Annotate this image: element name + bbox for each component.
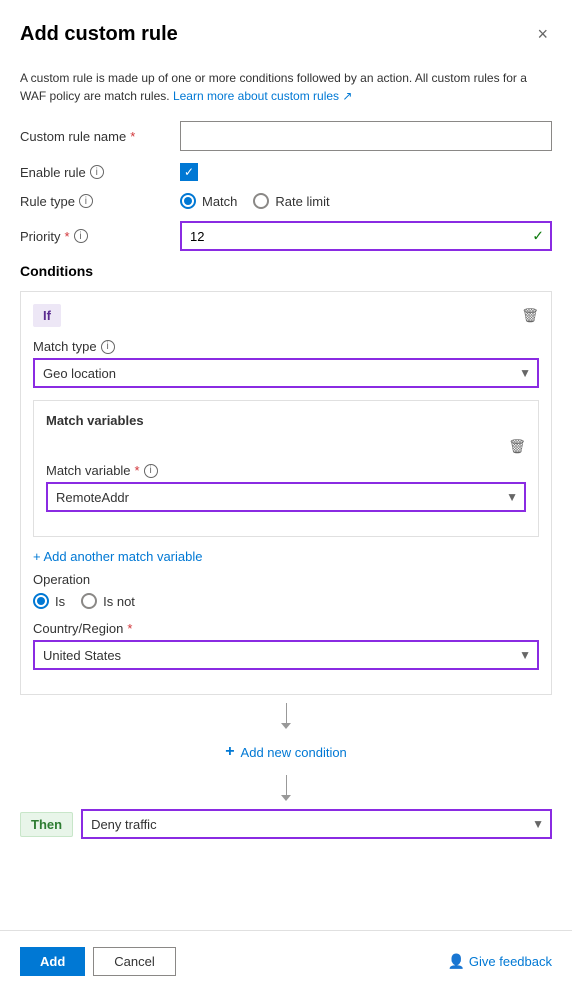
rule-type-radio-group: Match Rate limit [180, 193, 552, 209]
dialog-title: Add custom rule [20, 23, 178, 46]
is-radio-inner [37, 597, 45, 605]
enable-rule-checkbox[interactable]: ✓ [180, 163, 198, 181]
priority-control: ✓ [180, 221, 552, 251]
priority-info-icon[interactable]: i [74, 229, 88, 243]
custom-rule-name-control [180, 121, 552, 151]
match-radio-outer [180, 193, 196, 209]
required-indicator: * [130, 129, 135, 144]
close-button[interactable]: × [533, 20, 552, 49]
condition-delete-icon[interactable]: 🗑 [521, 307, 539, 324]
priority-wrapper: ✓ [180, 221, 552, 251]
then-row: Then Deny traffic Allow traffic Log ▼ [20, 809, 552, 839]
dialog-header: Add custom rule × [0, 0, 572, 59]
arrow-line-2 [286, 775, 287, 795]
match-type-label: Match type i [33, 339, 539, 354]
enable-rule-label: Enable rule i [20, 165, 180, 180]
operation-label: Operation [33, 572, 539, 587]
enable-rule-row: Enable rule i ✓ [20, 163, 552, 181]
footer-actions: Add Cancel [20, 947, 176, 976]
give-feedback-link[interactable]: 👤 Give feedback [447, 953, 552, 970]
arrow-line-1 [286, 703, 287, 723]
match-type-select[interactable]: Geo location IP address String [33, 358, 539, 388]
priority-required: * [64, 229, 69, 244]
rule-type-label: Rule type i [20, 194, 180, 209]
match-type-row: Match type i Geo location IP address Str… [33, 339, 539, 388]
match-variables-section: Match variables 🗑 Match variable * i Rem… [33, 400, 539, 537]
isnot-radio-label: Is not [103, 594, 135, 609]
dialog-footer: Add Cancel 👤 Give feedback [0, 930, 572, 992]
conditions-section-title: Conditions [20, 263, 552, 279]
add-button[interactable]: Add [20, 947, 85, 976]
operation-section: Operation Is Is not [33, 572, 539, 609]
is-radio-outer [33, 593, 49, 609]
match-radio-inner [184, 197, 192, 205]
then-badge: Then [20, 812, 73, 837]
match-variable-select[interactable]: RemoteAddr RequestBody RequestHeader Que… [46, 482, 526, 512]
operation-isnot-option[interactable]: Is not [81, 593, 135, 609]
priority-label: Priority * i [20, 229, 180, 244]
match-variable-delete-row: 🗑 [46, 438, 526, 455]
rule-type-match-option[interactable]: Match [180, 193, 237, 209]
operation-radio-group: Is Is not [33, 593, 539, 609]
add-condition-plus-icon: + [225, 743, 234, 761]
isnot-radio-outer [81, 593, 97, 609]
is-radio-label: Is [55, 594, 65, 609]
match-variables-title: Match variables [46, 413, 526, 428]
country-region-select-wrapper: United States Canada United Kingdom Germ… [33, 640, 539, 670]
arrow-head-2 [281, 795, 291, 801]
match-variable-delete-icon[interactable]: 🗑 [508, 438, 526, 455]
country-region-row: Country/Region * United States Canada Un… [33, 621, 539, 670]
custom-rule-name-input[interactable] [180, 121, 552, 151]
match-variable-label: Match variable * i [46, 463, 526, 478]
add-custom-rule-dialog: Add custom rule × A custom rule is made … [0, 0, 572, 992]
country-region-label: Country/Region * [33, 621, 539, 636]
rule-type-row: Rule type i Match Rate limit [20, 193, 552, 209]
match-variable-row: Match variable * i RemoteAddr RequestBod… [46, 463, 526, 512]
enable-rule-control: ✓ [180, 163, 552, 181]
feedback-icon: 👤 [447, 953, 464, 970]
add-match-variable-link[interactable]: + Add another match variable [33, 549, 539, 564]
operation-is-option[interactable]: Is [33, 593, 65, 609]
dialog-body: A custom rule is made up of one or more … [0, 59, 572, 930]
priority-row: Priority * i ✓ [20, 221, 552, 251]
feedback-label: Give feedback [469, 954, 552, 969]
add-condition-label: Add new condition [241, 745, 347, 760]
rule-type-control: Match Rate limit [180, 193, 552, 209]
external-link-icon: ↗ [342, 89, 352, 103]
checkbox-check-icon: ✓ [184, 165, 194, 179]
add-match-variable-row: + Add another match variable [33, 549, 539, 564]
match-variable-info-icon[interactable]: i [144, 464, 158, 478]
rate-limit-radio-label: Rate limit [275, 194, 329, 209]
arrow-head-1 [281, 723, 291, 729]
match-variable-required: * [135, 463, 140, 478]
rule-type-info-icon[interactable]: i [79, 194, 93, 208]
custom-rule-name-row: Custom rule name * [20, 121, 552, 151]
match-type-select-wrapper: Geo location IP address String ▼ [33, 358, 539, 388]
match-radio-label: Match [202, 194, 237, 209]
then-action-select-wrapper: Deny traffic Allow traffic Log ▼ [81, 809, 552, 839]
arrow-to-add-condition [20, 703, 552, 729]
rate-limit-radio-outer [253, 193, 269, 209]
priority-input[interactable] [180, 221, 552, 251]
add-condition-container: + Add new condition [20, 737, 552, 767]
info-text: A custom rule is made up of one or more … [20, 69, 552, 105]
country-region-required: * [127, 621, 132, 636]
learn-more-link[interactable]: Learn more about custom rules ↗ [173, 89, 353, 103]
add-condition-button[interactable]: + Add new condition [213, 737, 359, 767]
rule-type-rate-limit-option[interactable]: Rate limit [253, 193, 329, 209]
enable-rule-info-icon[interactable]: i [90, 165, 104, 179]
match-type-info-icon[interactable]: i [101, 340, 115, 354]
priority-check-icon: ✓ [532, 228, 544, 245]
condition-header: If 🗑 [33, 304, 539, 327]
then-action-select[interactable]: Deny traffic Allow traffic Log [81, 809, 552, 839]
custom-rule-name-label: Custom rule name * [20, 129, 180, 144]
cancel-button[interactable]: Cancel [93, 947, 175, 976]
match-variable-select-wrapper: RemoteAddr RequestBody RequestHeader Que… [46, 482, 526, 512]
arrow-to-then [20, 775, 552, 801]
if-badge: If [33, 304, 61, 327]
condition-box: If 🗑 Match type i Geo location IP addres… [20, 291, 552, 695]
country-region-select[interactable]: United States Canada United Kingdom Germ… [33, 640, 539, 670]
